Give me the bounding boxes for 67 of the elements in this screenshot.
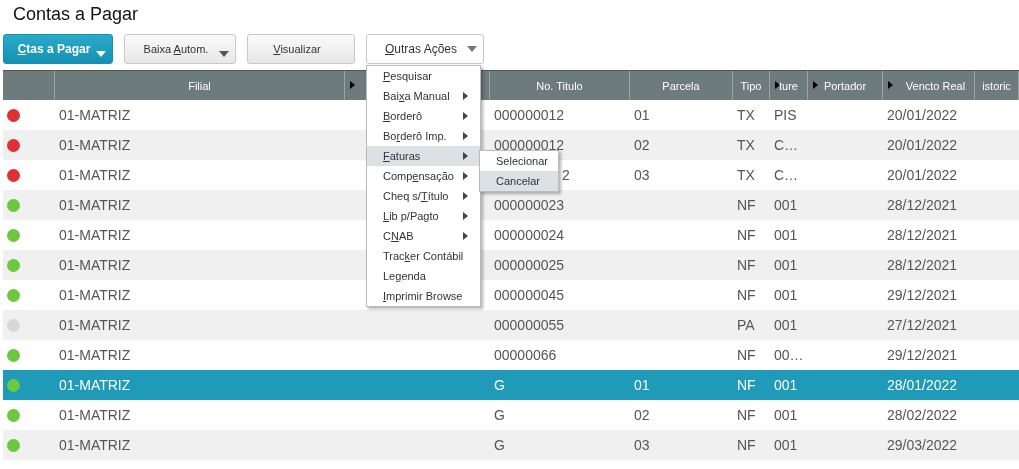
table-cell: NF (737, 257, 756, 273)
table-cell: 001 (774, 287, 798, 303)
table-cell: 000000012 (494, 107, 565, 123)
table-cell: TX (737, 137, 755, 153)
table-cell: 29/03/2022 (887, 437, 958, 453)
table-cell: NF (737, 407, 756, 423)
table-cell: 27/12/2021 (887, 317, 958, 333)
table-cell: 03 (634, 437, 650, 453)
table-cell: 001 (774, 437, 798, 453)
table-cell: 000000025 (494, 257, 565, 273)
table-cell: 000000012 (494, 137, 565, 153)
table-cell: 001 (774, 197, 798, 213)
table-cell: 02 (634, 407, 650, 423)
table-cell: 01-MATRIZ (59, 287, 131, 303)
table-cell: PA (737, 317, 755, 333)
table-cell: 01 (634, 107, 650, 123)
table-cell: 01-MATRIZ (59, 257, 131, 273)
table-cell: 03 (634, 167, 650, 183)
table-cell: 01-MATRIZ (59, 437, 131, 453)
table-cell: 29/12/2021 (887, 347, 958, 363)
table-cell: 000000055 (494, 317, 565, 333)
table-cell: 01-MATRIZ (59, 227, 131, 243)
table-cell: NF (737, 377, 756, 393)
table-cell: TX (737, 167, 755, 183)
table-cell: 2 (562, 167, 570, 183)
table-cell: 00… (774, 347, 804, 363)
table-cell: C… (774, 137, 799, 153)
table-cell: 001 (774, 257, 798, 273)
table-cell: TX (737, 107, 755, 123)
table-cell: 20/01/2022 (887, 107, 958, 123)
table-cell: 28/12/2021 (887, 227, 958, 243)
table-cell: 28/01/2022 (887, 377, 958, 393)
table-cell: 001 (774, 227, 798, 243)
table-cell: PIS (774, 107, 797, 123)
table-cell: 000000024 (494, 227, 565, 243)
table-cell: 01-MATRIZ (59, 197, 131, 213)
table-cell: 01-MATRIZ (59, 167, 131, 183)
table-cell: 01-MATRIZ (59, 107, 131, 123)
table-cell: G (494, 377, 505, 393)
table-cell: C… (774, 167, 799, 183)
table-cell: NF (737, 287, 756, 303)
table-cell: 001 (774, 317, 798, 333)
table-cell: 01-MATRIZ (59, 347, 131, 363)
table-cell: 01-MATRIZ (59, 317, 131, 333)
table-cell: 01-MATRIZ (59, 407, 131, 423)
table-cell: 28/12/2021 (887, 257, 958, 273)
table-cell: 01-MATRIZ (59, 377, 131, 393)
table-cell: 00000066 (494, 347, 557, 363)
table-cell: 000000045 (494, 287, 565, 303)
table-cell: 01-MATRIZ (59, 137, 131, 153)
table-cell: 29/12/2021 (887, 287, 958, 303)
table-cell: G (494, 437, 505, 453)
table-cell: G (494, 407, 505, 423)
table-cell: 001 (774, 407, 798, 423)
table-cell: 20/01/2022 (887, 167, 958, 183)
table-cell: 001 (774, 377, 798, 393)
table-cell: 28/02/2022 (887, 407, 958, 423)
table-cell: 28/12/2021 (887, 197, 958, 213)
table-cell: 02 (634, 137, 650, 153)
table-cell: NF (737, 197, 756, 213)
table-cell: 20/01/2022 (887, 137, 958, 153)
table-cell: NF (737, 347, 756, 363)
table-cell: NF (737, 227, 756, 243)
table-cell: 01 (634, 377, 650, 393)
table-cell: NF (737, 437, 756, 453)
page-title: Contas a Pagar (12, 3, 140, 26)
table-cell: 000000023 (494, 197, 565, 213)
